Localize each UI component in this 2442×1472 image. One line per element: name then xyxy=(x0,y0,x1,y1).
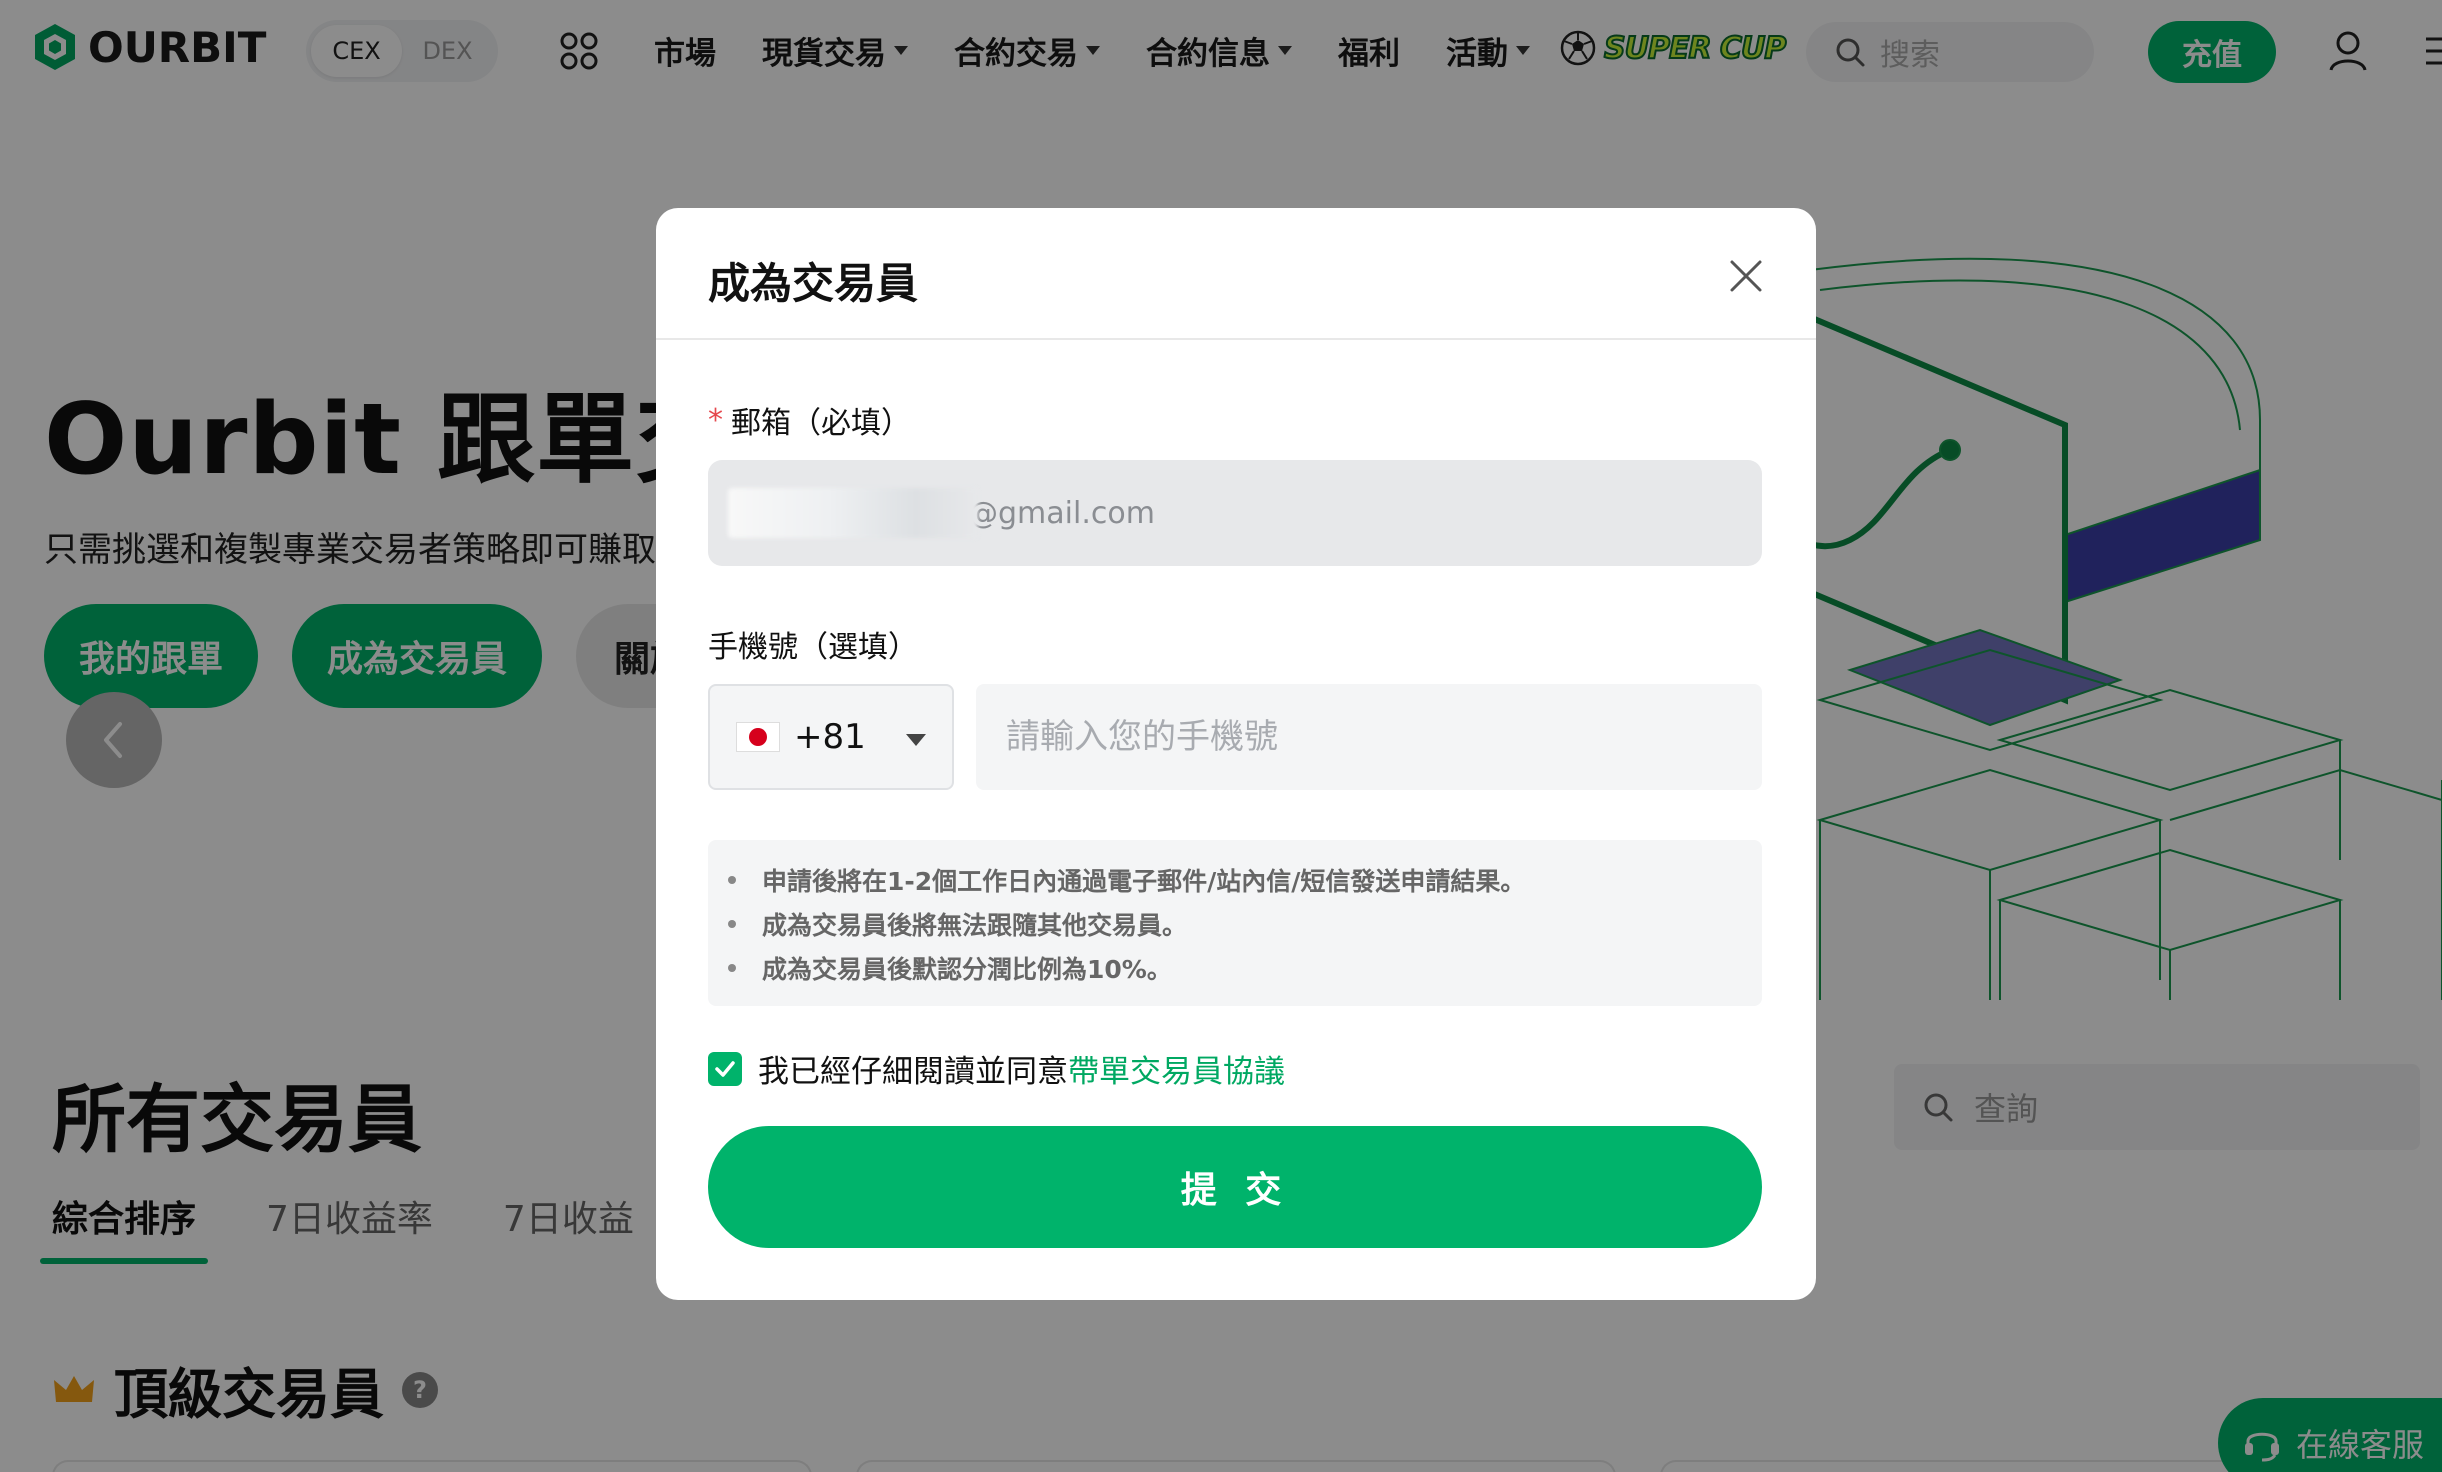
email-field-label: * 郵箱（必填） xyxy=(708,398,911,442)
application-notice: 申請後將在1-2個工作日內通過電子郵件/站內信/短信發送申請結果。 成為交易員後… xyxy=(708,840,1762,1006)
notice-item: 申請後將在1-2個工作日內通過電子郵件/站內信/短信發送申請結果。 xyxy=(728,858,1762,902)
phone-input[interactable] xyxy=(976,684,1762,790)
email-field[interactable]: @gmail.com xyxy=(708,460,1762,566)
notice-text: 成為交易員後將無法跟隨其他交易員。 xyxy=(762,911,1188,940)
modal-header: 成為交易員 xyxy=(656,208,1816,340)
country-code-select[interactable]: +81 xyxy=(708,684,954,790)
checkmark-icon xyxy=(715,1060,735,1077)
notice-text: 成為交易員後默認分潤比例為10%。 xyxy=(762,955,1172,984)
country-code-value: +81 xyxy=(794,717,866,757)
email-value: @gmail.com xyxy=(968,495,1155,531)
phone-field-label: 手機號（選填） xyxy=(708,622,918,666)
submit-button[interactable]: 提 交 xyxy=(708,1126,1762,1248)
redacted-email-mask xyxy=(728,488,978,538)
become-trader-modal: 成為交易員 * 郵箱（必填） @gmail.com 手機號（選填） +81 申請… xyxy=(656,208,1816,1300)
required-asterisk: * xyxy=(708,402,723,438)
caret-down-icon xyxy=(906,734,926,746)
japan-flag-icon xyxy=(736,722,780,752)
agreement-prefix: 我已經仔細閱讀並同意 xyxy=(758,1054,1068,1090)
agreement-row: 我已經仔細閱讀並同意帶單交易員協議 xyxy=(708,1046,1285,1091)
close-icon[interactable] xyxy=(1728,258,1764,294)
agreement-checkbox[interactable] xyxy=(708,1051,742,1086)
notice-item: 成為交易員後默認分潤比例為10%。 xyxy=(728,946,1762,990)
notice-item: 成為交易員後將無法跟隨其他交易員。 xyxy=(728,902,1762,946)
trader-agreement-link[interactable]: 帶單交易員協議 xyxy=(1068,1054,1285,1090)
agreement-text: 我已經仔細閱讀並同意帶單交易員協議 xyxy=(758,1046,1285,1091)
modal-title: 成為交易員 xyxy=(708,259,919,308)
phone-label-text: 手機號（選填） xyxy=(708,630,918,665)
notice-text: 申請後將在1-2個工作日內通過電子郵件/站內信/短信發送申請結果。 xyxy=(762,867,1526,896)
email-label-text: 郵箱（必填） xyxy=(731,406,911,441)
